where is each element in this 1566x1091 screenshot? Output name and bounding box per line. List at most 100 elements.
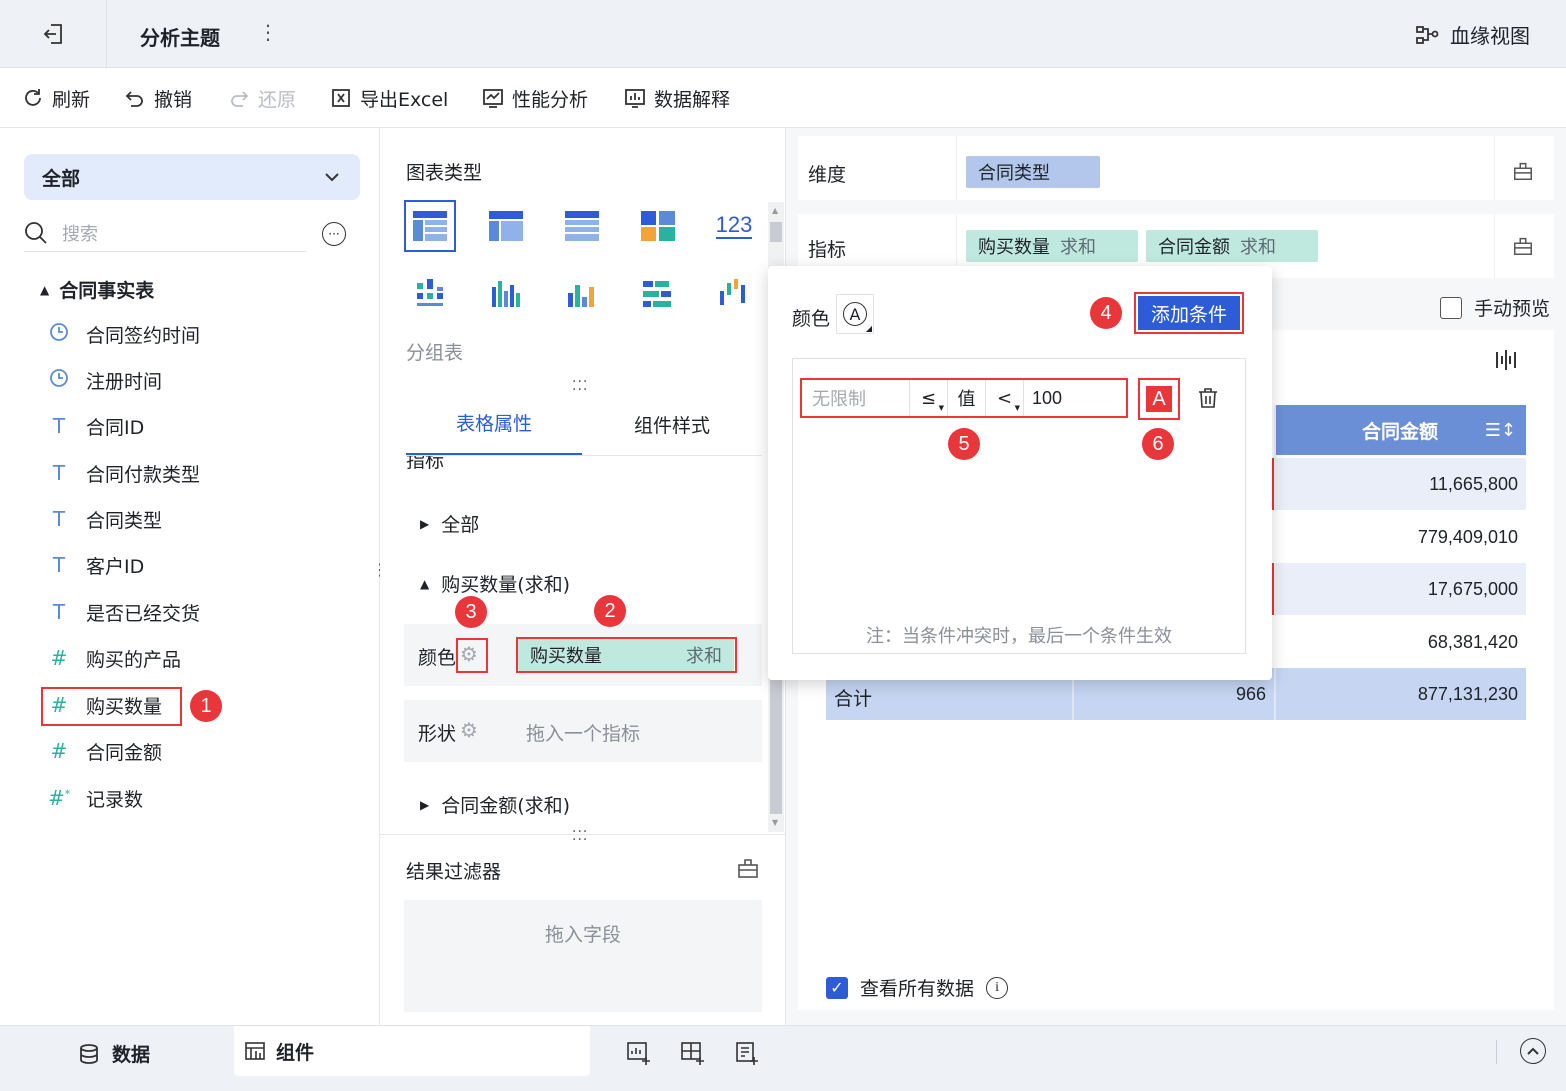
field-item[interactable]: T 是否已经交货 — [48, 592, 200, 632]
lineage-button[interactable]: 血缘视图 — [1414, 20, 1530, 49]
table-cell: 17,675,000 — [1274, 563, 1526, 615]
filter-settings-icon[interactable] — [736, 856, 760, 884]
operator-select-1[interactable]: ≤ ▼ — [910, 380, 948, 416]
view-all-toggle[interactable]: ✓ 查看所有数据 i — [826, 974, 1009, 1001]
export-excel-button[interactable]: 导出Excel — [330, 68, 448, 128]
caret-down-icon: ▲ — [420, 576, 430, 591]
color-label: 颜色 — [418, 647, 457, 669]
chart-type-bar-4[interactable] — [632, 268, 684, 320]
field-item[interactable]: T 合同付款类型 — [48, 453, 200, 493]
config-panel: 图表类型 123 分组表 ··· ··· ▲ ▼ 表格属性 组件样式 指标 ▶ … — [380, 128, 786, 1025]
trash-icon[interactable] — [1196, 386, 1220, 414]
clock-icon — [48, 322, 70, 347]
field-item[interactable]: T 合同类型 — [48, 499, 162, 539]
caret-right-icon: ▶ — [420, 516, 430, 531]
dimension-settings-icon[interactable] — [1512, 160, 1534, 186]
sort-icon[interactable]: ☰↕ — [1485, 420, 1516, 441]
condition-min-input[interactable]: 无限制 — [802, 380, 910, 416]
field-item[interactable]: #* 记录数 — [48, 778, 143, 818]
filter-drop-zone[interactable]: 拖入字段 — [404, 900, 762, 1012]
field-item[interactable]: T 客户ID — [48, 545, 144, 585]
tree-qty-sum[interactable]: ▲ 购买数量(求和) — [420, 570, 570, 597]
info-icon[interactable]: i — [986, 976, 1009, 999]
explain-icon — [625, 89, 645, 108]
chart-type-group-table[interactable] — [404, 200, 456, 252]
condition-max-input[interactable]: 100 — [1024, 380, 1126, 416]
undo-button[interactable]: 撤销 — [124, 68, 192, 128]
add-condition-button[interactable]: 添加条件 — [1134, 292, 1244, 334]
more-options-icon[interactable]: ··· — [322, 222, 346, 246]
value-label: 值 — [948, 380, 986, 416]
caret-right-icon: ▶ — [420, 797, 430, 812]
condition-row: 无限制 ≤ ▼ 值 < ▼ 100 — [800, 378, 1128, 418]
tab-table-props[interactable]: 表格属性 — [406, 392, 582, 456]
font-color-icon: A — [843, 302, 867, 326]
tab-component[interactable]: 组件 — [234, 1026, 590, 1076]
table-node[interactable]: ▲ 合同事实表 — [40, 276, 154, 303]
chart-tools-icon[interactable] — [1494, 348, 1518, 376]
total-amt: 877,131,230 — [1417, 683, 1518, 704]
bottom-bar: 数据 组件 — [0, 1025, 1566, 1091]
operator-select-2[interactable]: < ▼ — [986, 380, 1024, 416]
refresh-button[interactable]: 刷新 — [22, 68, 90, 128]
field-item[interactable]: T 合同ID — [48, 406, 144, 446]
field-item[interactable]: # 购买的产品 — [48, 638, 181, 678]
performance-icon — [483, 89, 503, 108]
drag-handle-bottom[interactable]: ··· ··· — [572, 825, 588, 847]
measure-chip-qty[interactable]: 购买数量 求和 — [966, 230, 1138, 262]
performance-button[interactable]: 性能分析 — [482, 68, 588, 128]
highlight-3 — [456, 638, 488, 673]
table-cell: 11,665,800 — [1274, 458, 1526, 510]
column-header-amt[interactable]: 合同金额 ☰↕ — [1274, 405, 1526, 455]
add-table-component-icon[interactable] — [626, 1040, 652, 1070]
field-item[interactable]: 合同签约时间 — [48, 314, 200, 354]
table-cell: 68,381,420 — [1274, 616, 1526, 668]
number-icon: # — [50, 739, 68, 763]
collapse-up-icon[interactable] — [1520, 1038, 1546, 1064]
toolbar: 刷新 撤销 还原 导出Excel 性能分析 数据解释 — [0, 68, 1566, 128]
search-input[interactable]: 搜索 — [24, 214, 306, 252]
more-icon[interactable]: ⋮ — [258, 20, 278, 44]
manual-preview-toggle[interactable]: 手动预览 — [1440, 294, 1550, 321]
chart-type-bar-3[interactable] — [556, 268, 608, 320]
chart-type-kpi-card[interactable] — [632, 200, 684, 252]
chart-type-bar-5[interactable] — [708, 268, 760, 320]
page-title: 分析主题 — [140, 26, 220, 50]
field-item[interactable]: # 合同金额 — [48, 731, 162, 771]
add-text-component-icon[interactable] — [734, 1040, 760, 1070]
redo-button[interactable]: 还原 — [228, 68, 296, 128]
chart-type-label: 图表类型 — [406, 162, 483, 184]
shape-label: 形状 — [418, 723, 457, 745]
chart-type-detail-table[interactable] — [556, 200, 608, 252]
tab-data[interactable]: 数据 — [78, 1040, 150, 1067]
chart-type-bar-1[interactable] — [404, 268, 456, 320]
measure-chip-amt[interactable]: 合同金额 求和 — [1146, 230, 1318, 262]
data-explain-button[interactable]: 数据解释 — [624, 68, 730, 128]
dimension-chip[interactable]: 合同类型 — [966, 156, 1100, 188]
text-icon: T — [52, 600, 66, 624]
field-item[interactable]: 注册时间 — [48, 360, 162, 400]
text-icon: T — [52, 414, 66, 438]
chart-type-number[interactable]: 123 — [708, 200, 760, 252]
shape-drop-zone[interactable]: 拖入一个指标 — [526, 719, 640, 746]
condition-font-color-swatch[interactable]: A — [1138, 378, 1180, 420]
caret-down-icon: ▲ — [40, 282, 50, 297]
default-color-picker[interactable]: A ◢ — [836, 294, 874, 334]
exit-icon[interactable] — [40, 20, 68, 48]
shape-settings-gear-icon[interactable]: ⚙ — [460, 718, 478, 742]
excel-icon — [332, 89, 350, 107]
scope-select[interactable]: 全部 — [24, 154, 360, 200]
measure-label: 指标 — [808, 239, 847, 261]
undo-icon — [125, 91, 143, 107]
add-widget-icon[interactable] — [680, 1040, 706, 1070]
tree-amt-sum[interactable]: ▶ 合同金额(求和) — [420, 791, 570, 818]
tab-component-style[interactable]: 组件样式 — [582, 392, 762, 456]
badge-1: 1 — [190, 690, 222, 722]
tree-all[interactable]: ▶ 全部 — [420, 510, 479, 537]
chart-type-cross-table[interactable] — [480, 200, 532, 252]
chart-type-bar-2[interactable] — [480, 268, 532, 320]
top-bar: 分析主题 ⋮ 血缘视图 — [0, 0, 1566, 68]
search-icon — [25, 221, 47, 244]
measure-settings-icon[interactable] — [1512, 235, 1534, 261]
clock-icon — [48, 368, 70, 393]
